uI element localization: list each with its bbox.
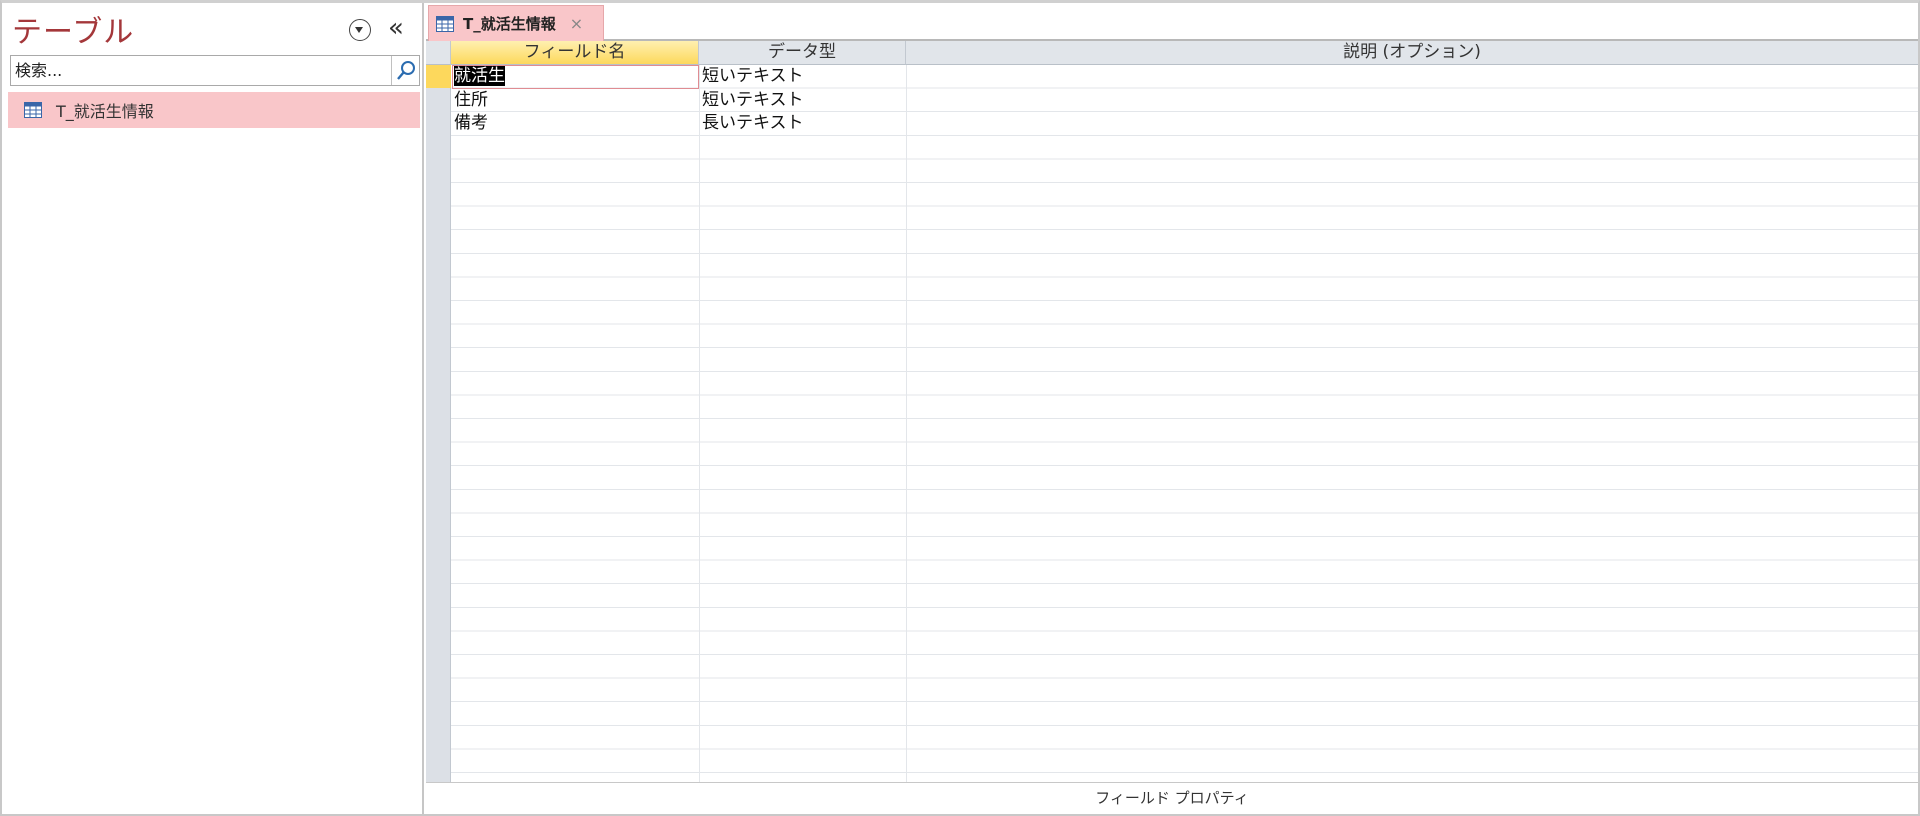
- table-design-grid: フィールド名 データ型 説明 (オプション) 就活生 短いテキスト 住所 短いテ…: [426, 41, 1918, 782]
- nav-pane-title: テーブル: [12, 15, 135, 50]
- current-row-indicator: [426, 65, 451, 88]
- field-name-cell[interactable]: 就活生: [452, 65, 698, 88]
- nav-item-label: T_就活生情報: [56, 102, 154, 121]
- description-cell[interactable]: [907, 89, 1917, 112]
- navigation-pane: テーブル « T_就活生情報: [2, 3, 424, 814]
- nav-collapse-icon[interactable]: «: [388, 13, 404, 43]
- column-divider: [906, 65, 907, 782]
- nav-menu-dropdown-icon[interactable]: [349, 19, 371, 41]
- data-type-cell[interactable]: 長いテキスト: [700, 112, 905, 135]
- tab-table[interactable]: T_就活生情報 ×: [428, 5, 604, 41]
- column-divider: [699, 65, 700, 782]
- tab-label: T_就活生情報: [463, 15, 556, 33]
- column-header-data-type[interactable]: データ型: [699, 41, 906, 65]
- search-box: [10, 55, 420, 86]
- description-cell[interactable]: [907, 112, 1917, 135]
- search-button[interactable]: [391, 56, 419, 85]
- field-name-cell[interactable]: 備考: [452, 112, 698, 135]
- description-cell[interactable]: [907, 65, 1917, 88]
- search-icon: [397, 61, 415, 80]
- column-header-field-name[interactable]: フィールド名: [451, 41, 699, 65]
- table-icon: [436, 15, 454, 32]
- search-input[interactable]: [11, 56, 391, 85]
- field-name-cell[interactable]: 住所: [452, 89, 698, 112]
- document-tab-strip: T_就活生情報 ×: [426, 3, 1918, 41]
- grid-rows[interactable]: [451, 65, 1918, 782]
- data-type-cell[interactable]: 短いテキスト: [700, 65, 905, 88]
- nav-item-table[interactable]: T_就活生情報: [8, 92, 420, 128]
- data-type-cell[interactable]: 短いテキスト: [700, 89, 905, 112]
- column-header-description[interactable]: 説明 (オプション): [906, 41, 1918, 65]
- row-selector-header: [426, 41, 451, 65]
- table-icon: [24, 102, 42, 118]
- field-properties-bar: フィールド プロパティ: [426, 782, 1918, 814]
- close-icon[interactable]: ×: [570, 14, 583, 33]
- row-selector-column[interactable]: [426, 65, 451, 782]
